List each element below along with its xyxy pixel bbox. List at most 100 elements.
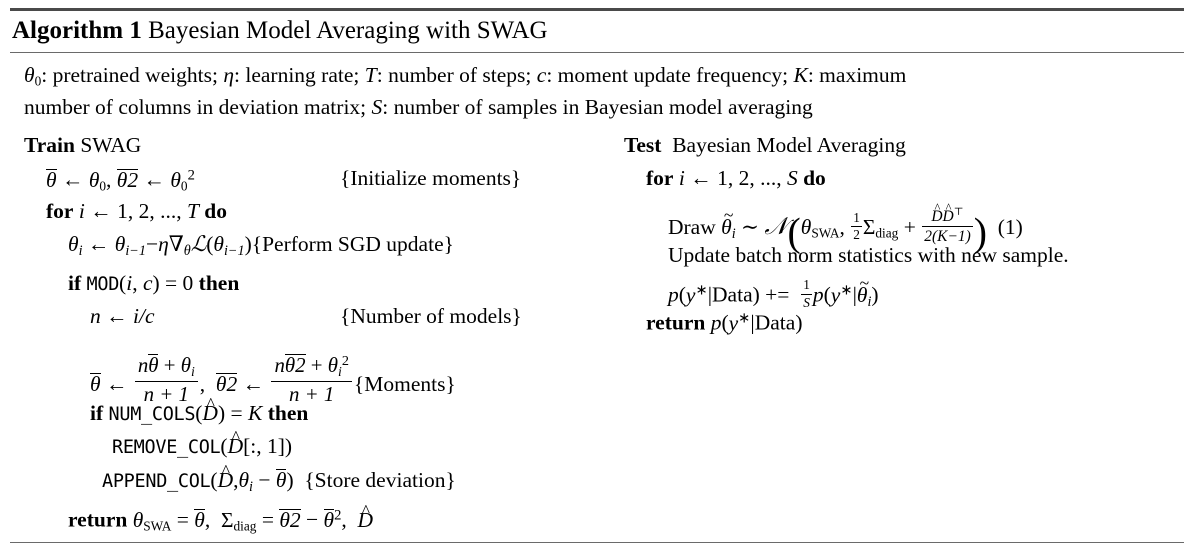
sigma-diag: Σdiag xyxy=(862,215,899,241)
train-heading-keyword: Train xyxy=(24,133,75,158)
keyword-do: do xyxy=(803,166,826,191)
fraction-one-half: 12 xyxy=(851,209,862,243)
fraction-theta-update: nθ + θi n + 1 xyxy=(134,354,198,406)
fraction-numerator: nθ + θi xyxy=(134,354,198,382)
d-hat: ^ D xyxy=(217,461,234,493)
train-column: Train SWAG θ ← θ0, θ2 ← θ02 {Initialize … xyxy=(24,135,624,541)
comment-number-of-models: {Number of models} xyxy=(340,304,522,329)
theta-swa: θSWA xyxy=(132,507,172,533)
paren-open: ( xyxy=(721,310,729,335)
plus-sign: + xyxy=(903,215,916,240)
train-line-n-assign: n ← i/c {Number of models} xyxy=(24,306,624,339)
theta-bar: θ xyxy=(194,507,205,532)
theta-i: θi xyxy=(238,468,253,496)
train-line-moments: θ ← nθ + θi n + 1 , θ2 ← nθ2 + θi2 n + 1… xyxy=(24,343,624,406)
sigma-diag: Σdiag xyxy=(220,507,257,533)
arrow-icon: ← xyxy=(106,304,128,329)
param-S: S xyxy=(371,95,383,120)
keyword-if: if xyxy=(68,271,82,296)
theta-squared-bar: θ2 xyxy=(215,372,238,397)
keyword-for: for xyxy=(46,199,74,224)
theta-tilde-i: ~ θi xyxy=(856,273,872,310)
param-c: c xyxy=(536,63,547,87)
hat-icon: ^ xyxy=(221,461,229,481)
var-y-star-2: y∗ xyxy=(830,282,853,307)
loop-bound: T xyxy=(186,199,199,224)
fraction-one-over-s: 1S xyxy=(801,277,812,310)
fn-remove-col: REMOVE_COL xyxy=(112,437,221,459)
paren-close: ) xyxy=(795,310,803,335)
theta-zero-squared: θ02 xyxy=(170,167,195,193)
algorithm-title: Bayesian Model Averaging with SWAG xyxy=(148,17,548,44)
theta-bar-squared: θ2 xyxy=(323,507,342,532)
paren-open: ( xyxy=(678,282,686,307)
comma: , xyxy=(839,215,845,240)
hat-icon: ^ xyxy=(934,200,940,215)
algorithm-parameters-line2: number of columns in deviation matrix; S… xyxy=(24,94,1178,121)
comment-initialize-moments: {Initialize moments} xyxy=(340,166,522,191)
param-T: T xyxy=(364,63,377,87)
comma: , xyxy=(106,167,112,192)
comment-moments: {Moments} xyxy=(353,372,456,397)
keyword-then: then xyxy=(267,401,309,426)
hat-icon: ^ xyxy=(206,394,214,414)
paren-close: ) xyxy=(752,282,760,307)
arrow-icon-2: ← xyxy=(242,372,265,397)
test-heading: Test Bayesian Model Averaging xyxy=(624,135,1184,168)
hat-icon: ^ xyxy=(231,427,239,447)
keyword-for: for xyxy=(646,166,674,191)
theta-bar: θ xyxy=(46,167,57,192)
arrow-icon-2: ← xyxy=(143,167,165,192)
test-line-draw: Draw ~ θi ∼ 𝒩(θSWA, 1 2 Σdiag + ^ D ^ D⊤ 2(K−1… xyxy=(624,201,1184,252)
keyword-return: return xyxy=(68,507,128,532)
keyword-return: return xyxy=(646,310,706,335)
paren-close: ) xyxy=(152,271,160,296)
comment-perform-sgd-update: {Perform SGD update} xyxy=(251,232,454,257)
tilde-icon: ~ xyxy=(723,205,734,226)
value-K: K xyxy=(248,401,263,426)
tilde-icon: ~ xyxy=(859,273,869,294)
param-text-6: number of columns in deviation matrix; xyxy=(24,95,372,120)
comma: , xyxy=(204,507,211,532)
train-line-for: for i ← 1, 2, ..., T do xyxy=(24,201,624,234)
bottom-rule xyxy=(10,542,1184,543)
paren-close: ) xyxy=(217,401,226,426)
loop-range: 1, 2, ..., xyxy=(717,166,782,191)
prob-p: p xyxy=(710,310,722,335)
paren-close: ) xyxy=(284,434,293,459)
arrow-icon: ← xyxy=(90,199,112,224)
paren-close: ) xyxy=(244,232,252,257)
theta-squared-bar: θ2 xyxy=(279,507,301,532)
theta-bar: θ xyxy=(90,372,101,397)
data-label: Data xyxy=(712,282,753,307)
fraction-theta2-update: nθ2 + θi2 n + 1 xyxy=(271,353,352,406)
theta-i: θi xyxy=(68,232,83,260)
theta-swa: θSWA xyxy=(800,215,840,241)
test-line-accumulate: p(y∗|Data) += 1 Sp(y∗| ~ θi) xyxy=(624,273,1184,311)
update-batchnorm-text: Update batch norm statistics with new sa… xyxy=(668,243,1069,268)
comment-store-deviation: {Store deviation} xyxy=(304,468,456,493)
param-text-1: : pretrained weights; xyxy=(41,63,224,87)
keyword-do: do xyxy=(204,199,227,224)
train-line-append-col: APPEND_COL(^ D,θi − θ) {Store deviation} xyxy=(24,461,624,502)
fn-num-cols: NUM_COLS xyxy=(108,404,196,426)
algorithm-caption: Algorithm 1 Bayesian Model Averaging wit… xyxy=(10,11,1184,52)
minus-sign: − xyxy=(306,507,319,532)
param-text-4: : moment update frequency; xyxy=(546,63,794,87)
test-line-update-batchnorm: Update batch norm statistics with new sa… xyxy=(624,245,1184,278)
theta-arg: θi−1 xyxy=(213,232,245,260)
train-heading-title: SWAG xyxy=(80,133,142,158)
eta: η xyxy=(158,232,169,257)
d-hat: ^ D xyxy=(357,500,374,532)
nabla-icon: ∇θ xyxy=(168,232,191,260)
algorithm-columns: Train SWAG θ ← θ0, θ2 ← θ02 {Initialize … xyxy=(10,135,1184,541)
draw-word: Draw xyxy=(668,215,716,240)
fraction-numerator: ^ D ^ D⊤ xyxy=(922,201,973,227)
loss-symbol: ℒ xyxy=(190,232,207,257)
test-line-return: return p(y∗|Data) xyxy=(624,311,1184,344)
param-text-5: : maximum xyxy=(807,63,907,87)
comma: , xyxy=(132,271,138,296)
paren-close: ) xyxy=(286,468,294,493)
theta-zero: θ0 xyxy=(88,167,107,193)
value-zero: 0 xyxy=(182,271,194,296)
